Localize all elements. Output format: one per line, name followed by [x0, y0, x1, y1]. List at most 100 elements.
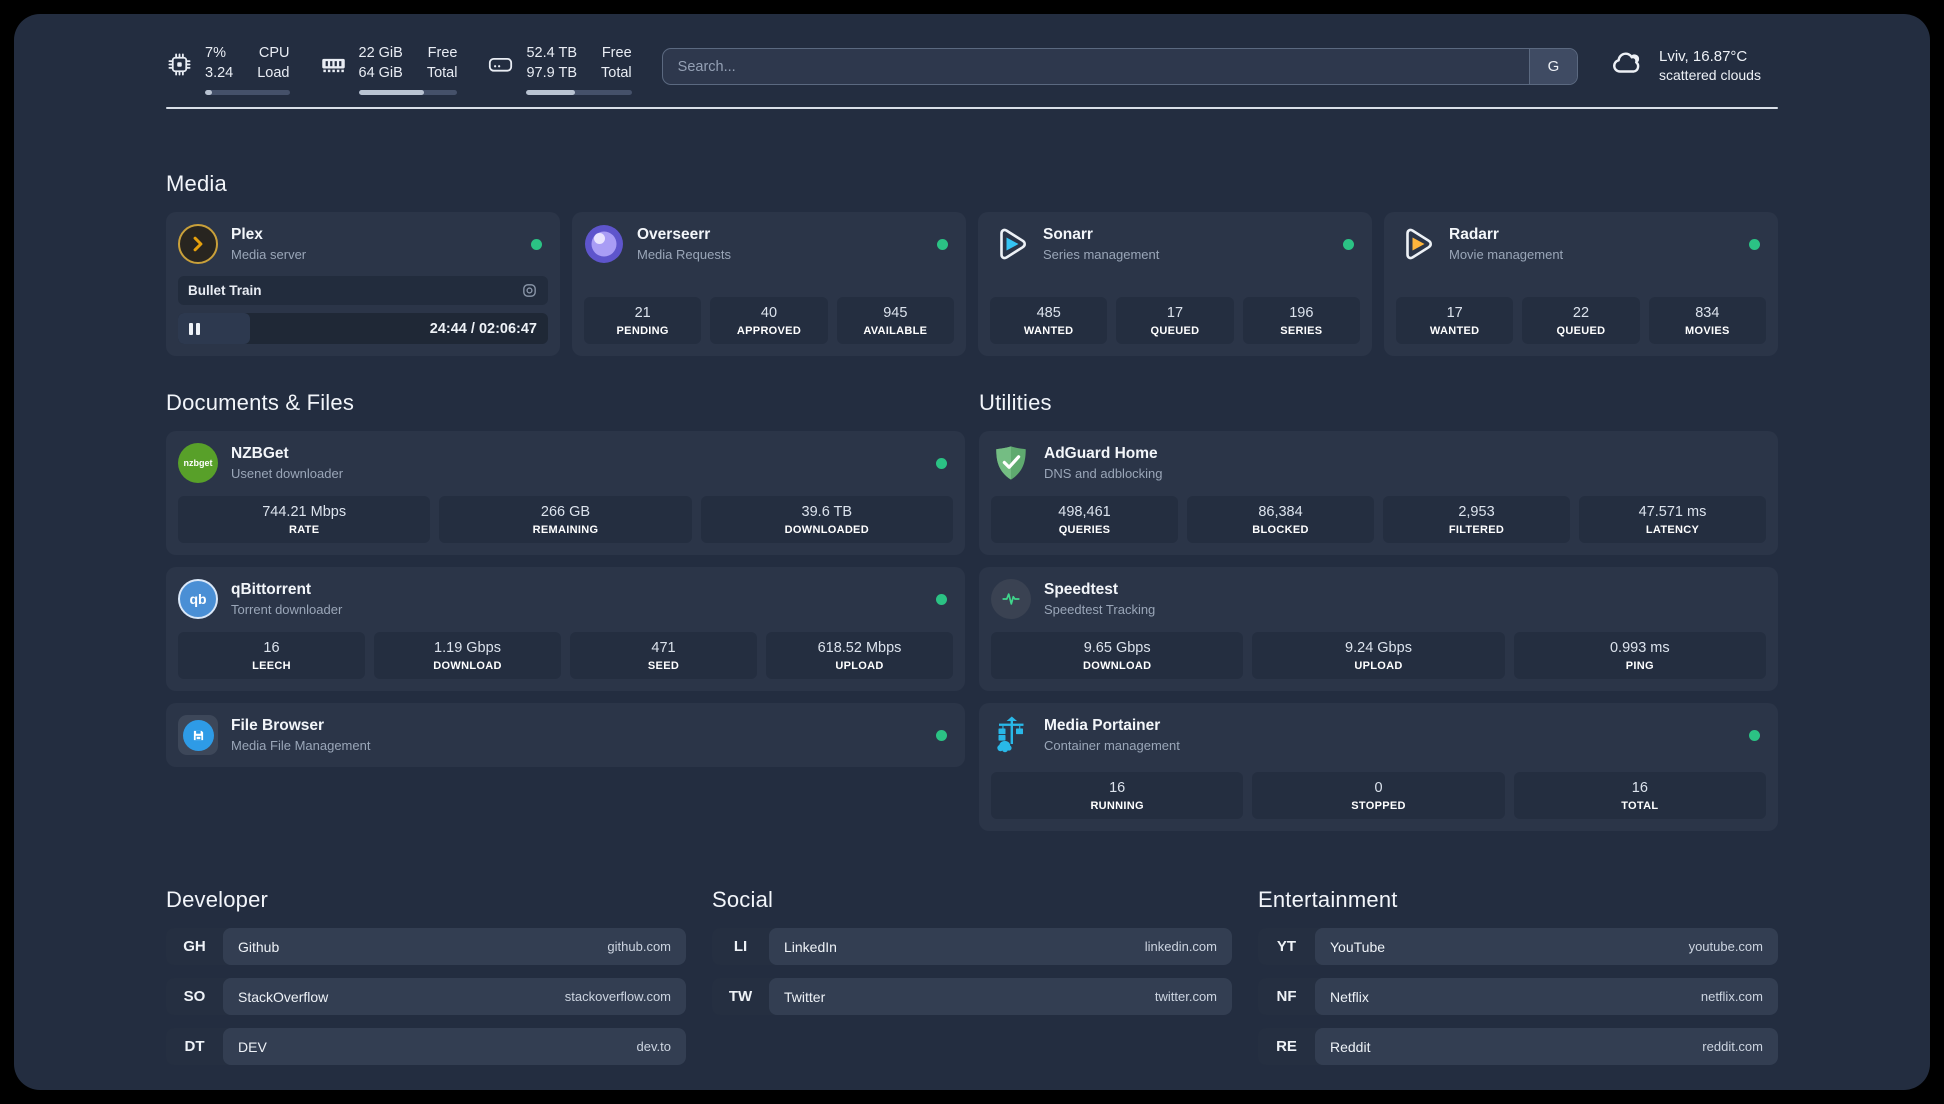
app-card-radarr[interactable]: Radarr Movie management 17 WANTED 22 QUE… [1384, 212, 1778, 357]
overseerr-icon [584, 224, 624, 264]
stat-box: 22 QUEUED [1522, 297, 1640, 345]
filebrowser-card-header: File Browser Media File Management [178, 715, 953, 756]
stat-value: 618.52 Mbps [817, 640, 902, 657]
stat-value: 0.993 ms [1609, 640, 1670, 657]
bookmark-linkedin[interactable]: LI LinkedIn linkedin.com [712, 928, 1232, 966]
pause-icon[interactable] [189, 322, 200, 335]
stat-box: 266 GB REMAINING [439, 496, 692, 544]
weather-condition: scattered clouds [1659, 67, 1761, 83]
bookmark-abbr: TW [728, 988, 753, 1006]
app-subtitle: Container management [1044, 738, 1180, 754]
app-name: File Browser [231, 717, 325, 735]
stat-value: 266 GB [540, 504, 591, 521]
bookmark-netflix[interactable]: NF Netflix netflix.com [1258, 978, 1778, 1016]
session-screen-icon[interactable] [521, 282, 538, 299]
app-card-qbittorrent[interactable]: qb qBittorrent Torrent downloader 16 LEE… [166, 567, 965, 692]
speedtest-meta: Speedtest Speedtest Tracking [1044, 581, 1155, 617]
app-subtitle: Movie management [1449, 247, 1564, 263]
speedtest-stats: 9.65 Gbps DOWNLOAD 9.24 Gbps UPLOAD 0.99… [991, 619, 1766, 680]
weather-location-temp: Lviv, 16.87°C [1659, 48, 1748, 65]
app-subtitle: Usenet downloader [231, 466, 344, 482]
system-stats: 7% 3.24 CPU Load 22 GiB 64 GiB Free Tota… [166, 44, 632, 96]
app-card-speedtest[interactable]: Speedtest Speedtest Tracking 9.65 Gbps D… [979, 567, 1778, 692]
stat-label: DOWNLOAD [433, 660, 502, 673]
app-card-adguard[interactable]: AdGuard Home DNS and adblocking 498,461 … [979, 431, 1778, 556]
qbittorrent-icon: qb [178, 579, 218, 620]
bookmark-url: linkedin.com [1144, 939, 1217, 955]
adguard-card-header: AdGuard Home DNS and adblocking [991, 443, 1766, 483]
stat-label: WANTED [1023, 325, 1074, 338]
stat-label: STOPPED [1351, 800, 1406, 813]
app-subtitle: Media File Management [231, 738, 371, 754]
section-developer: Developer GH Github github.com SO StackO… [166, 887, 686, 1066]
bookmark-url: stackoverflow.com [564, 989, 671, 1005]
stat-value: 2,953 [1458, 504, 1495, 521]
stat-label: APPROVED [736, 325, 802, 338]
sonarr-icon [990, 224, 1030, 264]
stat-label: BLOCKED [1252, 524, 1309, 537]
bookmark-name: YouTube [1330, 938, 1386, 955]
stat-box: 196 SERIES [1242, 297, 1360, 345]
app-subtitle: Speedtest Tracking [1044, 602, 1156, 618]
app-card-sonarr[interactable]: Sonarr Series management 485 WANTED 17 Q… [978, 212, 1372, 357]
app-card-filebrowser[interactable]: File Browser Media File Management [166, 703, 965, 768]
portainer-stats: 16 RUNNING 0 STOPPED 16 TOTAL [991, 759, 1766, 820]
stat-box: 0.993 ms PING [1513, 632, 1766, 680]
status-online-dot [936, 457, 947, 469]
search-input[interactable] [662, 49, 1529, 84]
app-card-portainer[interactable]: Media Portainer Container management 16 … [979, 703, 1778, 832]
developer-links: GH Github github.com SO StackOverflow st… [166, 928, 686, 1066]
bookmark-github[interactable]: GH Github github.com [166, 928, 686, 966]
stat-value: 21 [634, 305, 651, 322]
section-documents: Documents & Files nzbget NZBGet Usenet d… [166, 390, 965, 831]
stat-box: 86,384 BLOCKED [1187, 496, 1374, 544]
stat-value: 9.24 Gbps [1345, 640, 1412, 657]
ram-stat-body: 22 GiB 64 GiB Free Total [358, 44, 458, 96]
stat-value: 16 [263, 640, 280, 657]
bookmark-url: dev.to [636, 1039, 671, 1055]
app-name: NZBGet [231, 445, 289, 463]
dashboard-panel: 7% 3.24 CPU Load 22 GiB 64 GiB Free Tota… [14, 14, 1930, 1090]
now-playing-title: Bullet Train [188, 283, 262, 299]
bookmark-name: Reddit [1330, 1038, 1371, 1055]
social-links: LI LinkedIn linkedin.com TW Twitter twit… [712, 928, 1232, 1016]
cpu-icon [166, 44, 193, 84]
stat-label: UPLOAD [1354, 660, 1403, 673]
stat-label: LEECH [252, 660, 291, 673]
stat-box: 0 STOPPED [1252, 772, 1505, 820]
stat-box: 21 PENDING [584, 297, 702, 345]
weather-text: Lviv, 16.87°C scattered clouds [1659, 48, 1761, 83]
sonarr-card-header: Sonarr Series management [990, 224, 1360, 264]
stat-value: 196 [1289, 305, 1314, 322]
bookmark-main: Netflix netflix.com [1315, 978, 1778, 1016]
bookmark-abbr: SO [183, 988, 206, 1006]
bookmark-twitter[interactable]: TW Twitter twitter.com [712, 978, 1232, 1016]
app-card-overseerr[interactable]: Overseerr Media Requests 21 PENDING 40 A… [572, 212, 966, 357]
stat-value: 471 [651, 640, 676, 657]
bookmark-dev[interactable]: DT DEV dev.to [166, 1028, 686, 1066]
app-card-plex[interactable]: Plex Media server Bullet Train 24:44 / 0… [166, 212, 560, 357]
app-card-nzbget[interactable]: nzbget NZBGet Usenet downloader 744.21 M… [166, 431, 965, 556]
search-box: G [661, 48, 1578, 85]
status-online-dot [531, 238, 542, 250]
qbittorrent-icon-label: qb [189, 591, 207, 608]
stat-value: 86,384 [1258, 504, 1303, 521]
bookmark-youtube[interactable]: YT YouTube youtube.com [1258, 928, 1778, 966]
stat-value: 22 [1572, 305, 1590, 322]
stat-box: 16 RUNNING [991, 772, 1244, 820]
bookmark-reddit[interactable]: RE Reddit reddit.com [1258, 1028, 1778, 1066]
plex-meta: Plex Media server [231, 226, 306, 262]
header-divider [166, 107, 1778, 110]
cpu-usage-value: 7% [205, 45, 226, 61]
ram-free-label: Free [427, 45, 458, 61]
now-playing-row: Bullet Train [178, 276, 548, 306]
nzbget-card-header: nzbget NZBGet Usenet downloader [178, 443, 953, 484]
bookmark-stackoverflow[interactable]: SO StackOverflow stackoverflow.com [166, 978, 686, 1016]
app-name: Overseerr [637, 226, 711, 244]
stat-box: 471 SEED [570, 632, 757, 680]
nzbget-icon-label: nzbget [183, 458, 213, 469]
stat-box: 834 MOVIES [1648, 297, 1766, 345]
stat-value: 16 [1109, 780, 1126, 797]
adguard-icon [991, 443, 1031, 483]
search-engine-button[interactable]: G [1529, 49, 1577, 84]
